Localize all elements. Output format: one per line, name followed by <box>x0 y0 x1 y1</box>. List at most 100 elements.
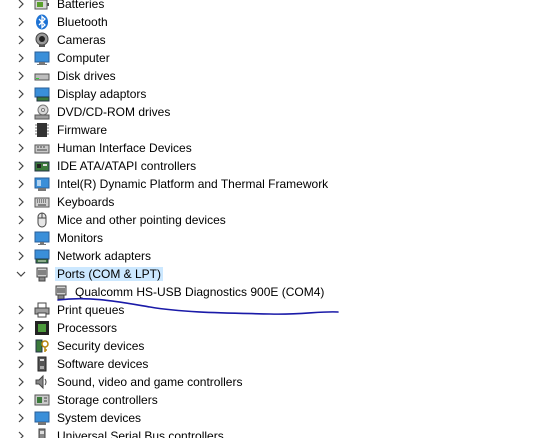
security-device-icon <box>34 338 50 354</box>
tree-item-sound-video-game[interactable]: Sound, video and game controllers <box>0 373 536 391</box>
tree-item-ide-controllers[interactable]: IDE ATA/ATAPI controllers <box>0 157 536 175</box>
chevron-right-icon[interactable] <box>16 359 26 369</box>
chevron-right-icon[interactable] <box>16 251 26 261</box>
tree-item-disk-drives[interactable]: Disk drives <box>0 67 536 85</box>
chevron-right-icon[interactable] <box>16 431 26 438</box>
tree-item-label: DVD/CD-ROM drives <box>57 105 171 119</box>
chevron-right-icon[interactable] <box>16 413 26 423</box>
processor-icon <box>34 320 50 336</box>
tree-item-dvd-cdrom-drives[interactable]: DVD/CD-ROM drives <box>0 103 536 121</box>
tree-item-software-devices[interactable]: Software devices <box>0 355 536 373</box>
tree-item-ports[interactable]: Ports (COM & LPT) <box>0 265 536 283</box>
tree-item-label: Mice and other pointing devices <box>57 213 226 227</box>
tree-item-storage-controllers[interactable]: Storage controllers <box>0 391 536 409</box>
thermal-framework-icon <box>34 176 50 192</box>
battery-icon <box>34 0 50 12</box>
chevron-right-icon[interactable] <box>16 17 26 27</box>
tree-item-label: Monitors <box>57 231 104 245</box>
chevron-right-icon[interactable] <box>16 0 26 9</box>
tree-item-usb-controllers[interactable]: Universal Serial Bus controllers <box>0 427 536 438</box>
tree-item-qualcomm-hs-usb[interactable]: Qualcomm HS-USB Diagnostics 900E (COM4) <box>0 283 536 301</box>
storage-controller-icon <box>34 392 50 408</box>
tree-item-label: Cameras <box>57 33 106 47</box>
display-adapter-icon <box>34 86 50 102</box>
chevron-right-icon[interactable] <box>16 395 26 405</box>
bluetooth-icon <box>34 14 50 30</box>
tree-item-label: Universal Serial Bus controllers <box>57 429 224 438</box>
chevron-right-icon[interactable] <box>16 233 26 243</box>
tree-item-label: Human Interface Devices <box>57 141 192 155</box>
chevron-right-icon[interactable] <box>16 71 26 81</box>
chevron-right-icon[interactable] <box>16 35 26 45</box>
network-adapter-icon <box>34 248 50 264</box>
chevron-right-icon[interactable] <box>16 215 26 225</box>
chevron-right-icon[interactable] <box>16 179 26 189</box>
tree-item-label: Display adaptors <box>57 87 147 101</box>
chevron-right-icon[interactable] <box>16 323 26 333</box>
keyboard-icon <box>34 194 50 210</box>
tree-item-label: Network adapters <box>57 249 152 263</box>
chevron-right-icon[interactable] <box>16 89 26 99</box>
tree-item-label: Sound, video and game controllers <box>57 375 243 389</box>
tree-item-label: Processors <box>57 321 118 335</box>
tree-item-label: Bluetooth <box>57 15 108 29</box>
chevron-right-icon[interactable] <box>16 161 26 171</box>
chevron-right-icon[interactable] <box>16 341 26 351</box>
printer-icon <box>34 302 50 318</box>
port-icon <box>34 266 50 282</box>
tree-item-label: Disk drives <box>57 69 116 83</box>
tree-item-computer[interactable]: Computer <box>0 49 536 67</box>
tree-item-human-interface-devices[interactable]: Human Interface Devices <box>0 139 536 157</box>
chevron-right-icon[interactable] <box>16 125 26 135</box>
ide-controller-icon <box>34 158 50 174</box>
mouse-icon <box>34 212 50 228</box>
chevron-right-icon[interactable] <box>16 107 26 117</box>
tree-item-monitors[interactable]: Monitors <box>0 229 536 247</box>
firmware-icon <box>34 122 50 138</box>
usb-controller-icon <box>34 428 50 438</box>
tree-item-label: Storage controllers <box>57 393 158 407</box>
tree-item-batteries[interactable]: Batteries <box>0 0 536 13</box>
device-tree: Batteries Bluetooth Cameras Computer Dis… <box>0 0 536 438</box>
tree-item-label: System devices <box>57 411 142 425</box>
tree-item-label: IDE ATA/ATAPI controllers <box>57 159 197 173</box>
dvd-drive-icon <box>34 104 50 120</box>
chevron-right-icon[interactable] <box>16 53 26 63</box>
tree-item-label: Software devices <box>57 357 149 371</box>
tree-item-label: Ports (COM & LPT) <box>55 267 164 281</box>
tree-item-label: Security devices <box>57 339 145 353</box>
camera-icon <box>34 32 50 48</box>
software-device-icon <box>34 356 50 372</box>
port-device-icon <box>53 284 69 300</box>
computer-icon <box>34 50 50 66</box>
tree-item-processors[interactable]: Processors <box>0 319 536 337</box>
chevron-down-icon[interactable] <box>16 269 26 279</box>
tree-item-firmware[interactable]: Firmware <box>0 121 536 139</box>
tree-item-system-devices[interactable]: System devices <box>0 409 536 427</box>
disk-drive-icon <box>34 68 50 84</box>
tree-item-label: Print queues <box>57 303 125 317</box>
tree-item-security-devices[interactable]: Security devices <box>0 337 536 355</box>
sound-icon <box>34 374 50 390</box>
chevron-right-icon[interactable] <box>16 143 26 153</box>
tree-item-label: Batteries <box>57 0 105 11</box>
tree-item-keyboards[interactable]: Keyboards <box>0 193 536 211</box>
tree-item-cameras[interactable]: Cameras <box>0 31 536 49</box>
tree-item-bluetooth[interactable]: Bluetooth <box>0 13 536 31</box>
tree-item-label: Firmware <box>57 123 107 137</box>
tree-item-label: Intel(R) Dynamic Platform and Thermal Fr… <box>57 177 329 191</box>
tree-item-label: Keyboards <box>57 195 115 209</box>
tree-item-print-queues[interactable]: Print queues <box>0 301 536 319</box>
monitor-icon <box>34 230 50 246</box>
chevron-right-icon[interactable] <box>16 377 26 387</box>
system-device-icon <box>34 410 50 426</box>
tree-item-label: Qualcomm HS-USB Diagnostics 900E (COM4) <box>75 285 325 299</box>
tree-item-label: Computer <box>57 51 110 65</box>
tree-item-network-adapters[interactable]: Network adapters <box>0 247 536 265</box>
tree-item-display-adaptors[interactable]: Display adaptors <box>0 85 536 103</box>
tree-item-mice[interactable]: Mice and other pointing devices <box>0 211 536 229</box>
hid-icon <box>34 140 50 156</box>
tree-item-intel-dptf[interactable]: Intel(R) Dynamic Platform and Thermal Fr… <box>0 175 536 193</box>
chevron-right-icon[interactable] <box>16 305 26 315</box>
chevron-right-icon[interactable] <box>16 197 26 207</box>
